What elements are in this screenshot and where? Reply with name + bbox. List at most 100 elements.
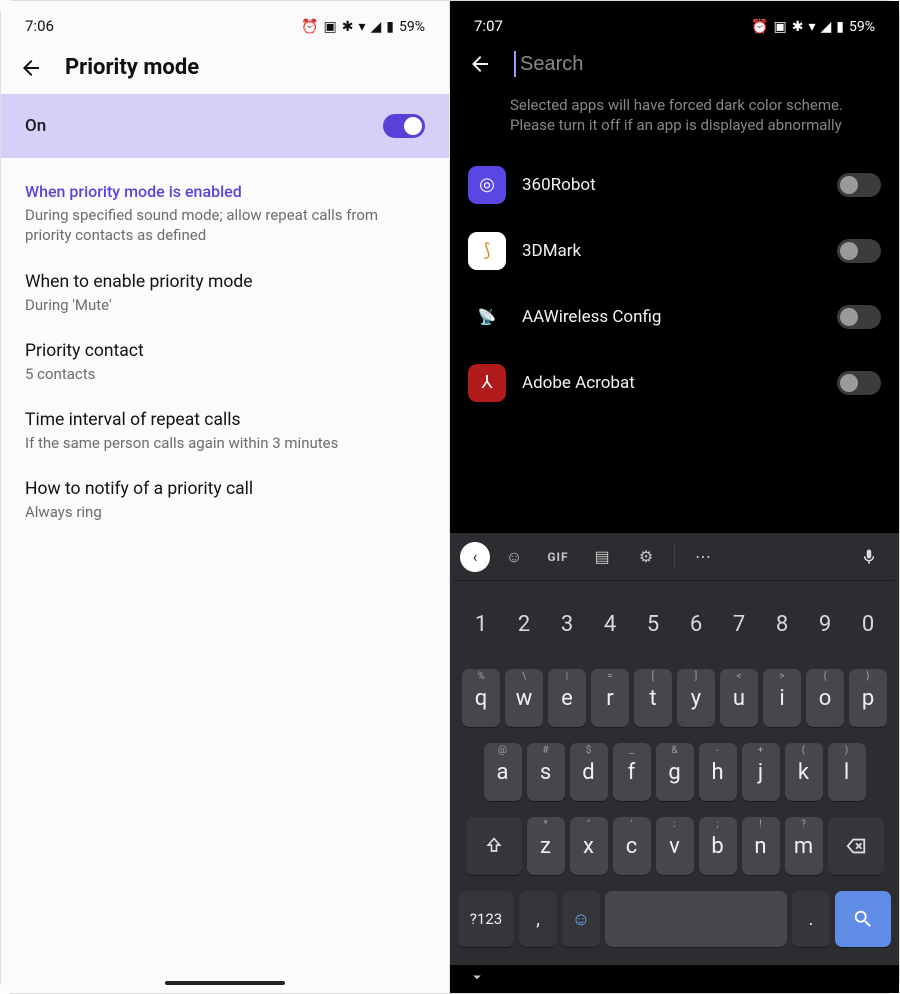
key-s[interactable]: #s (527, 743, 565, 801)
nav-handle[interactable] (165, 981, 285, 985)
setting-title: How to notify of a priority call (25, 479, 425, 499)
key-n[interactable]: !n (742, 817, 780, 875)
setting-title: Priority contact (25, 341, 425, 361)
master-toggle-row[interactable]: On (1, 94, 449, 158)
setting-sub: During 'Mute' (25, 295, 425, 315)
key-k[interactable]: (k (785, 743, 823, 801)
key-r[interactable]: =r (591, 669, 629, 727)
master-toggle-label: On (25, 116, 46, 136)
battery-icon: ▮ (836, 19, 844, 35)
mic-icon[interactable] (849, 537, 889, 577)
setting-sub: If the same person calls again within 3 … (25, 433, 425, 453)
key-1[interactable]: 1 (462, 595, 500, 653)
key-2[interactable]: 2 (505, 595, 543, 653)
shift-key[interactable] (466, 817, 522, 875)
key-0[interactable]: 0 (849, 595, 887, 653)
key-z[interactable]: *z (527, 817, 565, 875)
key-m[interactable]: ?m (785, 817, 823, 875)
app-toggle[interactable] (837, 371, 881, 395)
on-screen-keyboard: ‹ ☺ GIF ▤ ⚙ ⋯ 1234567890 %q\w|e=r[t]y<u>… (450, 533, 899, 965)
clipboard-icon[interactable]: ▤ (582, 537, 622, 577)
period-key[interactable]: . (792, 891, 830, 947)
app-icon: ⟆ (468, 232, 506, 270)
setting-how-notify[interactable]: How to notify of a priority call Always … (25, 479, 425, 522)
key-o[interactable]: {o (806, 669, 844, 727)
key-f[interactable]: _f (613, 743, 651, 801)
sticker-icon[interactable]: ☺ (494, 537, 534, 577)
backspace-key[interactable] (828, 817, 884, 875)
priority-mode-screen: 7:06 ⏰ ▣ ✱ ▾ ◢ ▮ 59% Priority mode On Wh… (1, 1, 450, 993)
key-4[interactable]: 4 (591, 595, 629, 653)
key-x[interactable]: "x (570, 817, 608, 875)
emoji-key[interactable]: ☺ (562, 891, 600, 947)
master-toggle-switch[interactable] (383, 114, 425, 138)
app-name: 3DMark (522, 241, 821, 261)
more-icon[interactable]: ⋯ (683, 537, 723, 577)
app-list: ◎ 360Robot ⟆ 3DMark 📡 AAWireless Config … (450, 152, 899, 412)
app-icon: 📡 (468, 298, 506, 336)
key-3[interactable]: 3 (548, 595, 586, 653)
status-time: 7:07 (474, 17, 503, 35)
comma-key[interactable]: , (519, 891, 557, 947)
app-icon: ⅄ (468, 364, 506, 402)
key-l[interactable]: )l (828, 743, 866, 801)
cast-icon: ▣ (774, 19, 787, 35)
key-t[interactable]: [t (634, 669, 672, 727)
number-row: 1234567890 (456, 595, 893, 653)
search-action-key[interactable] (835, 891, 891, 947)
setting-priority-contact[interactable]: Priority contact 5 contacts (25, 341, 425, 384)
space-key[interactable] (605, 891, 787, 947)
screen-description: Selected apps will have forced dark colo… (450, 91, 899, 152)
key-h[interactable]: -h (699, 743, 737, 801)
key-a[interactable]: @a (484, 743, 522, 801)
nav-collapse-icon[interactable] (468, 968, 486, 986)
key-j[interactable]: +j (742, 743, 780, 801)
key-9[interactable]: 9 (806, 595, 844, 653)
back-icon[interactable] (468, 52, 492, 76)
nav-bar (450, 965, 899, 989)
app-row-360robot[interactable]: ◎ 360Robot (460, 156, 889, 214)
key-q[interactable]: %q (462, 669, 500, 727)
key-i[interactable]: >i (763, 669, 801, 727)
key-6[interactable]: 6 (677, 595, 715, 653)
alarm-icon: ⏰ (301, 19, 318, 35)
keyboard-toolbar: ‹ ☺ GIF ▤ ⚙ ⋯ (454, 533, 895, 581)
key-u[interactable]: <u (720, 669, 758, 727)
setting-when-enable[interactable]: When to enable priority mode During 'Mut… (25, 272, 425, 315)
key-v[interactable]: :v (656, 817, 694, 875)
symbols-key[interactable]: ?123 (458, 891, 514, 947)
app-row-acrobat[interactable]: ⅄ Adobe Acrobat (460, 354, 889, 412)
search-header (450, 37, 899, 91)
status-bar: 7:07 ⏰ ▣ ✱ ▾ ◢ ▮ 59% (450, 1, 899, 37)
battery-icon: ▮ (386, 19, 394, 35)
key-e[interactable]: |e (548, 669, 586, 727)
app-name: Adobe Acrobat (522, 373, 821, 393)
cast-icon: ▣ (324, 19, 337, 35)
header: Priority mode (1, 37, 449, 94)
key-d[interactable]: $d (570, 743, 608, 801)
back-icon[interactable] (19, 56, 43, 80)
collapse-toolbar-icon[interactable]: ‹ (460, 542, 490, 572)
key-y[interactable]: ]y (677, 669, 715, 727)
key-p[interactable]: }p (849, 669, 887, 727)
app-row-aawireless[interactable]: 📡 AAWireless Config (460, 288, 889, 346)
status-bar: 7:06 ⏰ ▣ ✱ ▾ ◢ ▮ 59% (1, 1, 449, 37)
bluetooth-icon: ✱ (792, 19, 804, 35)
search-input[interactable] (514, 51, 881, 77)
toolbar-separator (674, 544, 675, 570)
key-b[interactable]: ;b (699, 817, 737, 875)
key-w[interactable]: \w (505, 669, 543, 727)
app-toggle[interactable] (837, 173, 881, 197)
letter-row-2: @a#s$d_f&g-h+j(k)l (456, 743, 893, 801)
gif-button[interactable]: GIF (538, 537, 578, 577)
key-8[interactable]: 8 (763, 595, 801, 653)
app-row-3dmark[interactable]: ⟆ 3DMark (460, 222, 889, 280)
setting-time-interval[interactable]: Time interval of repeat calls If the sam… (25, 410, 425, 453)
key-g[interactable]: &g (656, 743, 694, 801)
app-toggle[interactable] (837, 305, 881, 329)
settings-gear-icon[interactable]: ⚙ (626, 537, 666, 577)
key-5[interactable]: 5 (634, 595, 672, 653)
app-toggle[interactable] (837, 239, 881, 263)
key-c[interactable]: 'c (613, 817, 651, 875)
key-7[interactable]: 7 (720, 595, 758, 653)
